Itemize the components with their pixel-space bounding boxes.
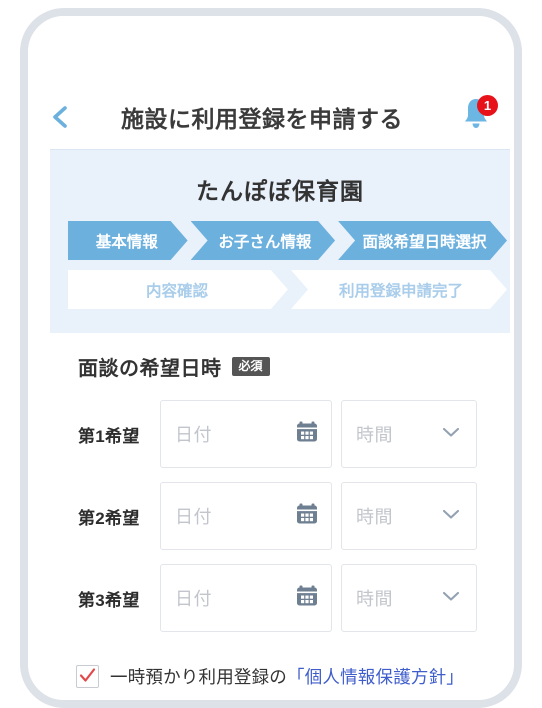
date-placeholder: 日付 bbox=[175, 425, 212, 445]
phone-frame: 施設に利用登録を申請する 1 たんぽぽ保育園 基本情報 お子さん情報 面談希望日… bbox=[20, 8, 522, 708]
date-input-2[interactable]: 日付 bbox=[160, 482, 332, 550]
step-child-info[interactable]: お子さん情報 bbox=[191, 221, 335, 260]
chevron-left-icon bbox=[50, 104, 70, 130]
interview-datetime-form: 面談の希望日時 必須 第1希望 日付 時間 第2希望 日付 時間 第3希望 日付… bbox=[28, 346, 514, 632]
preference-row-3: 第3希望 日付 時間 bbox=[28, 564, 514, 632]
time-placeholder: 時間 bbox=[356, 589, 393, 609]
step-label: お子さん情報 bbox=[218, 233, 312, 251]
chevron-down-icon[interactable] bbox=[442, 507, 460, 525]
step-basic-info[interactable]: 基本情報 bbox=[68, 221, 188, 260]
preference-label: 第2希望 bbox=[78, 508, 140, 528]
time-select-2[interactable]: 時間 bbox=[341, 482, 477, 550]
time-placeholder: 時間 bbox=[356, 425, 393, 445]
consent-row: 一時預かり利用登録の「個人情報保護方針」 bbox=[28, 664, 514, 689]
date-input-3[interactable]: 日付 bbox=[160, 564, 332, 632]
date-placeholder: 日付 bbox=[175, 507, 212, 527]
calendar-icon[interactable] bbox=[295, 502, 319, 531]
chevron-down-icon[interactable] bbox=[442, 589, 460, 607]
time-placeholder: 時間 bbox=[356, 507, 393, 527]
facility-panel: たんぽぽ保育園 基本情報 お子さん情報 面談希望日時選択 内容確認 利用登録申請… bbox=[50, 149, 510, 333]
step-label: 内容確認 bbox=[145, 282, 208, 300]
required-badge: 必須 bbox=[231, 356, 270, 376]
notifications-button[interactable]: 1 bbox=[438, 84, 514, 149]
section-title: 面談の希望日時 bbox=[78, 357, 222, 380]
calendar-icon[interactable] bbox=[295, 584, 319, 613]
preference-row-2: 第2希望 日付 時間 bbox=[28, 482, 514, 550]
page-title: 施設に利用登録を申請する bbox=[121, 105, 403, 132]
step-indicator-row-2: 内容確認 利用登録申請完了 bbox=[50, 270, 510, 309]
privacy-policy-link[interactable]: 「個人情報保護方針」 bbox=[287, 667, 464, 687]
app-screen: 施設に利用登録を申請する 1 たんぽぽ保育園 基本情報 お子さん情報 面談希望日… bbox=[28, 16, 514, 700]
consent-text: 一時預かり利用登録の「個人情報保護方針」 bbox=[110, 664, 464, 689]
step-indicator-row-1: 基本情報 お子さん情報 面談希望日時選択 bbox=[50, 221, 510, 260]
step-application-complete[interactable]: 利用登録申請完了 bbox=[291, 270, 507, 309]
step-label: 基本情報 bbox=[95, 233, 158, 251]
chevron-down-icon[interactable] bbox=[442, 425, 460, 443]
date-placeholder: 日付 bbox=[175, 589, 212, 609]
step-label: 面談希望日時選択 bbox=[362, 233, 487, 251]
step-label: 利用登録申請完了 bbox=[338, 282, 463, 300]
section-heading: 面談の希望日時 必須 bbox=[28, 346, 514, 386]
consent-checkbox[interactable] bbox=[76, 665, 99, 688]
consent-text-before: 一時預かり利用登録の bbox=[110, 667, 287, 687]
facility-name: たんぽぽ保育園 bbox=[196, 178, 364, 204]
step-confirm-details[interactable]: 内容確認 bbox=[68, 270, 288, 309]
preference-row-1: 第1希望 日付 時間 bbox=[28, 400, 514, 468]
time-select-1[interactable]: 時間 bbox=[341, 400, 477, 468]
time-select-3[interactable]: 時間 bbox=[341, 564, 477, 632]
date-input-1[interactable]: 日付 bbox=[160, 400, 332, 468]
calendar-icon[interactable] bbox=[295, 420, 319, 449]
app-header: 施設に利用登録を申請する 1 bbox=[28, 84, 514, 149]
step-interview-datetime[interactable]: 面談希望日時選択 bbox=[338, 221, 507, 260]
preference-label: 第3希望 bbox=[78, 590, 140, 610]
notification-badge: 1 bbox=[477, 95, 498, 116]
preference-label: 第1希望 bbox=[78, 426, 140, 446]
back-button[interactable] bbox=[28, 84, 92, 149]
